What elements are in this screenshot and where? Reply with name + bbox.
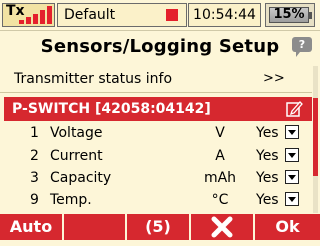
sensor-unit: A [215,148,225,164]
count-button[interactable]: (5) [127,214,189,240]
sensor-row-current[interactable]: 2 Current A Yes [0,145,312,167]
sensor-unit: °C [211,192,229,208]
sensor-index: 3 [30,170,39,186]
sensor-unit: V [215,125,225,141]
help-icon[interactable]: ? [292,37,312,57]
softkey-2-button[interactable] [64,214,125,240]
sensor-value[interactable]: Yes [256,189,279,211]
status-bar: Tx Default 10:54:44 15% [0,0,320,31]
forward-arrow-icon: >> [263,71,285,86]
dropdown-arrow-icon[interactable] [285,170,299,184]
signal-bars-icon [19,6,53,24]
sensor-unit: mAh [203,170,237,186]
dropdown-arrow-icon[interactable] [285,148,299,162]
dropdown-arrow-icon[interactable] [285,125,299,139]
sensor-index: 9 [30,192,39,208]
sensor-row-voltage[interactable]: 1 Voltage V Yes [0,122,312,144]
clock-time: 10:54:44 [193,7,256,23]
sensor-row-capacity[interactable]: 3 Capacity mAh Yes [0,167,312,189]
sensor-row-temp[interactable]: 9 Temp. °C Yes [0,189,312,211]
clock[interactable]: 10:54:44 [188,3,261,27]
transmitter-status-label: Transmitter status info [14,71,173,87]
sensor-index: 2 [30,148,39,164]
stop-icon [166,9,178,21]
scrollbar-thumb[interactable] [313,98,318,176]
battery-tip [309,12,312,19]
sensor-value[interactable]: Yes [256,167,279,189]
close-icon [211,216,233,238]
transmitter-status-row[interactable]: Transmitter status info >> [0,66,312,93]
device-label: P-SWITCH [42058:04142] [12,101,211,117]
cancel-button[interactable] [191,214,253,240]
sensor-value[interactable]: Yes [256,122,279,144]
battery-icon: 15% [269,7,309,23]
battery-level: 15% [273,7,305,22]
model-name: Default [64,7,116,23]
auto-button[interactable]: Auto [0,214,62,240]
ok-button[interactable]: Ok [255,214,320,240]
sensor-name: Current [50,148,103,164]
tx-signal-indicator[interactable]: Tx [2,3,55,27]
bottom-bar: Auto (5) Ok [0,214,320,240]
sensor-value[interactable]: Yes [256,145,279,167]
edit-icon[interactable] [285,100,303,118]
sensor-index: 1 [30,125,39,141]
sensor-name: Voltage [50,125,103,141]
sensor-name: Temp. [50,192,92,208]
battery-indicator[interactable]: 15% [265,3,315,27]
sensor-name: Capacity [50,170,112,186]
page-title: Sensors/Logging Setup [40,36,280,57]
model-name-field[interactable]: Default [57,3,187,27]
dropdown-arrow-icon[interactable] [285,192,299,206]
device-header[interactable]: P-SWITCH [42058:04142] [4,97,312,121]
